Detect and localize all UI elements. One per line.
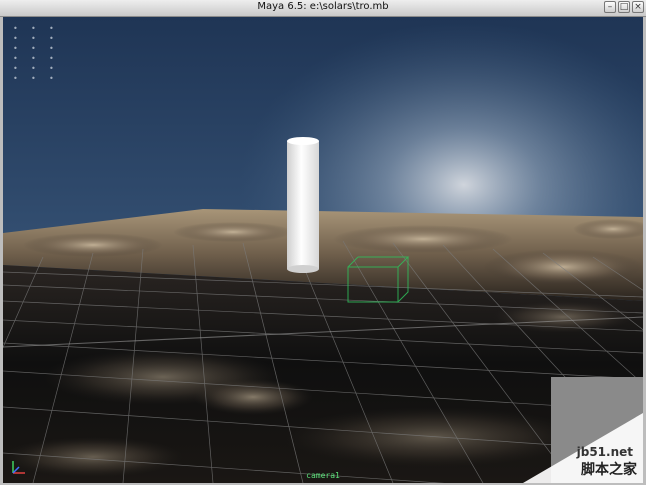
pillar-object	[287, 137, 319, 273]
watermark-site: jb51.net	[576, 445, 633, 459]
title-bar[interactable]: Maya 6.5: e:\solars\tro.mb – □ ×	[0, 0, 646, 17]
minimize-button[interactable]: –	[604, 1, 616, 13]
3d-viewport[interactable]: • • • • • • • • • • • • • • • • • • camera1 jb51.net…	[3, 17, 643, 483]
close-button[interactable]: ×	[632, 1, 644, 13]
watermark: jb51.net 脚本之家	[543, 375, 643, 483]
hud-readout: • • • • • • • • • • • • • • • • • •	[13, 23, 54, 83]
window-title: Maya 6.5: e:\solars\tro.mb	[257, 1, 389, 12]
zoom-button[interactable]: □	[618, 1, 630, 13]
watermark-brand: 脚本之家	[581, 462, 637, 478]
maya-window: Maya 6.5: e:\solars\tro.mb – □ × • • • •…	[0, 0, 646, 485]
